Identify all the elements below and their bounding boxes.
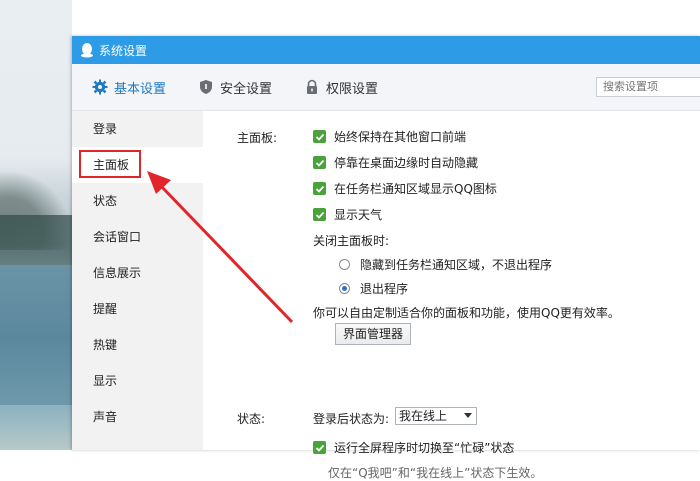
desktop-background: [0, 0, 72, 450]
tab-label: 基本设置: [114, 81, 167, 97]
sidebar-item-info-display[interactable]: 信息展示: [72, 255, 203, 291]
option-label: 始终保持在其他窗口前端: [334, 130, 467, 144]
sidebar-item-status[interactable]: 状态: [72, 183, 203, 219]
checkmark-icon: [315, 159, 324, 167]
sidebar-item-label: 声音: [93, 410, 118, 424]
radio-hide-to-tray[interactable]: 隐藏到任务栏通知区域，不退出程序: [339, 256, 552, 273]
interface-manager-button[interactable]: 界面管理器: [335, 323, 412, 345]
gear-icon: [92, 79, 108, 95]
option-tray-icon[interactable]: 在任务栏通知区域显示QQ图标: [313, 180, 497, 197]
option-label: 显示天气: [334, 208, 383, 222]
close-panel-label: 关闭主面板时:: [313, 234, 390, 248]
sidebar-item-label: 热键: [93, 338, 118, 352]
sidebar-item-label: 登录: [93, 122, 118, 136]
sidebar-item-label: 状态: [93, 194, 118, 208]
title-bar[interactable]: 系统设置: [72, 36, 700, 64]
radio-exit-program[interactable]: 退出程序: [339, 280, 408, 297]
settings-content: 主面板: 始终保持在其他窗口前端 停靠在桌面边缘时自动隐藏 在任务栏通知区域显示…: [203, 111, 700, 480]
option-label: 运行全屏程序时切换至“忙碌”状态: [334, 441, 515, 455]
tab-label: 安全设置: [220, 81, 273, 97]
sidebar-item-hotkeys[interactable]: 热键: [72, 327, 203, 363]
window-title: 系统设置: [99, 43, 148, 58]
option-fullscreen-busy[interactable]: 运行全屏程序时切换至“忙碌”状态: [313, 439, 514, 456]
qq-penguin-icon: [81, 43, 93, 58]
option-label: 在任务栏通知区域显示QQ图标: [334, 182, 497, 196]
desktop-forest: [0, 215, 72, 265]
after-login-status-label: 登录后状态为:: [313, 412, 390, 426]
radio-button[interactable]: [339, 259, 350, 270]
tab-basic-settings[interactable]: 基本设置: [92, 78, 166, 97]
tab-security-settings[interactable]: 安全设置: [198, 78, 272, 97]
sidebar-item-reminders[interactable]: 提醒: [72, 291, 203, 327]
customize-text: 你可以自由定制适合你的面板和功能，使用QQ更有效率。: [313, 306, 620, 320]
sidebar-item-sound[interactable]: 声音: [72, 399, 203, 435]
tab-permission-settings[interactable]: 权限设置: [304, 78, 378, 97]
checkbox-checked[interactable]: [313, 130, 326, 143]
sidebar-item-login[interactable]: 登录: [72, 111, 203, 147]
checkmark-icon: [315, 444, 324, 452]
status-section-label: 状态:: [237, 412, 266, 426]
status-note: 仅在“Q我吧”和“我在线上”状态下生效。: [328, 466, 543, 480]
checkbox-checked[interactable]: [313, 441, 326, 454]
sidebar-item-label: 会话窗口: [93, 230, 142, 244]
sidebar-item-label: 信息展示: [93, 266, 142, 280]
option-label: 停靠在桌面边缘时自动隐藏: [334, 156, 479, 170]
radio-label: 退出程序: [360, 282, 409, 296]
select-value: 我在线上: [399, 409, 448, 423]
search-input[interactable]: [596, 77, 700, 97]
highlight-box: [79, 150, 141, 178]
option-auto-hide[interactable]: 停靠在桌面边缘时自动隐藏: [313, 154, 478, 171]
checkbox-checked[interactable]: [313, 208, 326, 221]
checkmark-icon: [315, 211, 324, 219]
checkbox-checked[interactable]: [313, 156, 326, 169]
checkmark-icon: [315, 185, 324, 193]
radio-label: 隐藏到任务栏通知区域，不退出程序: [360, 258, 553, 272]
settings-window: 系统设置 基本设置 安全设置 权限设置 搜索设置项 登录 主面板 状态 会话窗口…: [72, 36, 700, 480]
sidebar-item-chat-window[interactable]: 会话窗口: [72, 219, 203, 255]
sidebar-item-label: 显示: [93, 374, 118, 388]
login-status-select[interactable]: 我在线上: [395, 407, 477, 425]
tab-label: 权限设置: [326, 81, 379, 97]
checkmark-icon: [315, 133, 324, 141]
radio-button-selected[interactable]: [339, 283, 350, 294]
chevron-down-icon: [464, 413, 472, 418]
lock-icon: [307, 79, 318, 94]
settings-tabs: 基本设置 安全设置 权限设置: [72, 64, 700, 111]
settings-sidebar: 登录 主面板 状态 会话窗口 信息展示 提醒 热键 显示 声音: [72, 111, 203, 450]
option-always-on-top[interactable]: 始终保持在其他窗口前端: [313, 128, 466, 145]
sidebar-item-display[interactable]: 显示: [72, 363, 203, 399]
checkbox-checked[interactable]: [313, 182, 326, 195]
sidebar-item-main-panel[interactable]: 主面板: [72, 147, 203, 183]
sidebar-item-label: 提醒: [93, 302, 118, 316]
desktop-shore: [0, 405, 72, 450]
option-show-weather[interactable]: 显示天气: [313, 206, 382, 223]
shield-icon: [200, 80, 213, 94]
main-panel-section-label: 主面板:: [237, 131, 278, 145]
